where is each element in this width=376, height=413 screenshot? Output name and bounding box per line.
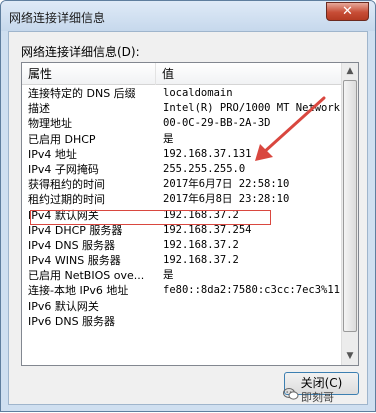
list-row[interactable]: 连接特定的 DNS 后缀 localdomain: [22, 86, 342, 101]
row-value: 2017年6月8日 23:28:10: [163, 193, 290, 206]
scroll-down-icon[interactable]: ▼: [342, 348, 358, 365]
wechat-logo-icon: [283, 388, 299, 400]
row-property: IPv4 子网掩码: [28, 162, 99, 176]
row-value: localdomain: [163, 87, 233, 99]
row-value: 2017年6月7日 22:58:10: [163, 178, 290, 191]
row-property: IPv4 地址: [28, 147, 77, 161]
row-value: Intel(R) PRO/1000 MT Network C: [163, 102, 343, 115]
row-value: fe80::8da2:7580:c3cc:7ec3%11: [163, 284, 341, 297]
list-row[interactable]: 物理地址 00-0C-29-BB-2A-3D: [22, 116, 342, 131]
listview-header: 属性 值: [22, 63, 342, 85]
dialog-client-area: 网络连接详细信息(D): 属性 值 连接特定的 DNS 后缀 localdomai…: [8, 31, 368, 405]
row-value: 255.255.255.0: [163, 162, 246, 175]
watermark-text: 即刻哥: [301, 391, 334, 404]
row-property: IPv6 DNS 服务器: [28, 314, 116, 328]
row-property: 连接特定的 DNS 后缀: [28, 87, 136, 100]
list-row[interactable]: IPv6 DNS 服务器: [22, 314, 342, 329]
row-property: 已启用 NetBIOS ove...: [28, 269, 145, 283]
row-property: 物理地址: [28, 117, 72, 131]
column-header-property[interactable]: 属性: [22, 63, 156, 85]
row-value: 192.168.37.131: [163, 147, 252, 160]
details-listview[interactable]: 属性 值 连接特定的 DNS 后缀 localdomain 描述 Intel(R) …: [21, 62, 359, 366]
row-value: 是: [163, 132, 174, 145]
list-row[interactable]: 连接-本地 IPv6 地址 fe80::8da2:7580:c3cc:7ec3%1…: [22, 283, 342, 298]
list-row[interactable]: IPv4 DNS 服务器 192.168.37.2: [22, 238, 342, 253]
row-value: 00-0C-29-BB-2A-3D: [163, 117, 271, 130]
row-property: 连接-本地 IPv6 地址: [28, 284, 129, 298]
close-icon: ✕: [342, 4, 353, 19]
list-row[interactable]: 租约过期的时间 2017年6月8日 23:28:10: [22, 192, 342, 207]
list-row[interactable]: IPv4 子网掩码 255.255.255.0: [22, 162, 342, 177]
row-value: 192.168.37.2: [163, 238, 239, 251]
window-close-button[interactable]: ✕: [326, 2, 369, 21]
scrollbar-thumb[interactable]: [343, 80, 357, 332]
details-label: 网络连接详细信息(D):: [21, 45, 140, 59]
row-property: IPv6 默认网关: [28, 299, 99, 313]
row-value: 是: [163, 269, 174, 282]
ipv4-highlight-box: [30, 210, 271, 225]
vertical-scrollbar[interactable]: ▲ ▼: [341, 63, 358, 365]
window-title: 网络连接详细信息: [9, 11, 106, 25]
row-value: 192.168.37.2: [163, 254, 239, 267]
column-header-value[interactable]: 值: [156, 63, 342, 85]
list-row[interactable]: IPv6 默认网关: [22, 299, 342, 314]
list-row-ipv4-address[interactable]: IPv4 地址 192.168.37.131: [22, 147, 342, 162]
list-row[interactable]: 描述 Intel(R) PRO/1000 MT Network C: [22, 101, 343, 116]
row-property: 已启用 DHCP: [28, 132, 96, 146]
row-property: IPv4 WINS 服务器: [28, 254, 121, 268]
listview-rows: 连接特定的 DNS 后缀 localdomain 描述 Intel(R) PRO/1…: [22, 86, 343, 329]
list-row[interactable]: 获得租约的时间 2017年6月7日 22:58:10: [22, 177, 342, 192]
row-property: 描述: [28, 102, 50, 116]
list-row[interactable]: IPv4 WINS 服务器 192.168.37.2: [22, 253, 342, 268]
row-property: 获得租约的时间: [28, 178, 105, 192]
row-property: 租约过期的时间: [28, 193, 105, 207]
dialog-window: 网络连接详细信息 ✕ 网络连接详细信息(D): 属性 值 连接特定的 DNS 后…: [0, 0, 376, 412]
row-property: IPv4 DNS 服务器: [28, 238, 116, 252]
list-row[interactable]: 已启用 DHCP 是: [22, 132, 342, 147]
list-row[interactable]: 已启用 NetBIOS ove... 是: [22, 268, 342, 283]
title-bar[interactable]: 网络连接详细信息 ✕: [1, 1, 375, 31]
scroll-up-icon[interactable]: ▲: [342, 63, 358, 80]
